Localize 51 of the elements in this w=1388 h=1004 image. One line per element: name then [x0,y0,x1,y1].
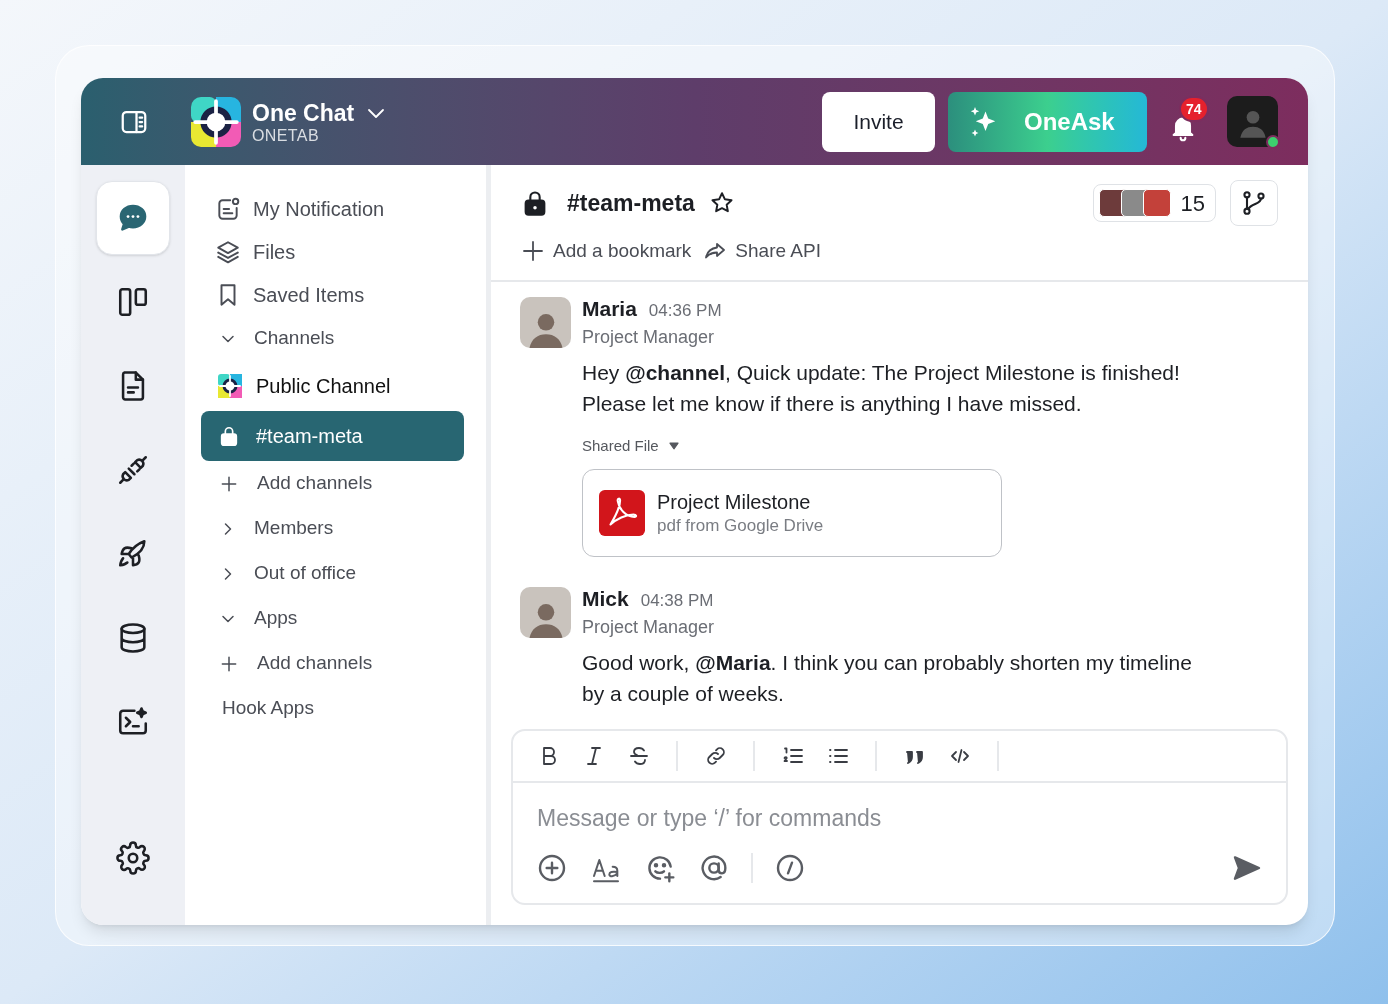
user-avatar[interactable] [1227,96,1278,147]
nav-link[interactable]: Files [201,230,464,273]
shared-file-toggle[interactable]: Shared File [582,434,1192,457]
nav-section[interactable]: Apps [201,596,464,641]
message-input[interactable]: Message or type ‘/’ for commands [537,801,1262,835]
author-role: Project Manager [582,325,716,349]
message-time: 04:36 PM [648,299,722,322]
nav-section[interactable]: Out of office [201,551,464,596]
author-role: Project Manager [582,616,716,639]
message-text: Good work, @Maria. I think you can probably shorten my timeline by a couple of weeks. [582,650,1192,707]
rail-chat-button[interactable] [96,181,170,255]
member-avatar [1142,189,1171,217]
branch-icon [1240,189,1268,217]
slash-command-icon [774,852,806,884]
notification-icon [215,195,241,222]
notification-badge: 74 [1179,95,1209,122]
invite-button[interactable]: Invite [822,91,935,152]
add-channels-link[interactable]: Add channels [201,641,464,686]
share-api-link[interactable]: Share API [703,237,821,266]
branch-button[interactable] [1230,180,1278,226]
channel-item[interactable]: Public Channel [201,361,464,411]
settings-icon [116,841,150,875]
app-name: One Chat [252,98,355,127]
author-name: Maria [582,296,637,321]
nav-link[interactable]: My Notification [201,187,464,230]
nav-link[interactable]: Saved Items [201,273,464,316]
nav-section[interactable]: Members [201,506,464,551]
workspace-name: ONETAB [252,126,320,145]
members-button[interactable]: 15 [1092,184,1216,222]
member-count: 15 [1180,189,1205,218]
channel-item[interactable]: #team-meta [201,411,464,461]
message-text: Hey @channel, Quick update: The Project Milestone is finished! Please let me know if there is anything I have missed. [582,359,1181,417]
lock-icon [218,425,240,447]
channel-title: #team-meta [567,188,695,218]
file-title: Project Milestone [657,490,812,515]
plug-icon [116,453,150,487]
plus-icon [521,239,545,264]
add-bookmark-link[interactable]: Add a bookmark [521,237,692,266]
add-channels-link[interactable]: Add channels [201,461,464,506]
nav-section[interactable]: Channels [201,316,464,361]
layers-icon [215,238,241,265]
board-icon [116,285,150,319]
file-card[interactable]: Project Milestone pdf from Google Drive [582,469,1002,557]
file-source: pdf from Google Drive [657,515,824,537]
plus-circle-icon [536,852,568,884]
app-logo-icon [191,96,241,147]
workspace-logo-icon [218,374,242,398]
nav-link[interactable]: Hook Apps [201,686,464,731]
pdf-file-icon [599,490,645,536]
message-time: 04:38 PM [640,590,714,612]
author-name: Mick [582,587,629,611]
